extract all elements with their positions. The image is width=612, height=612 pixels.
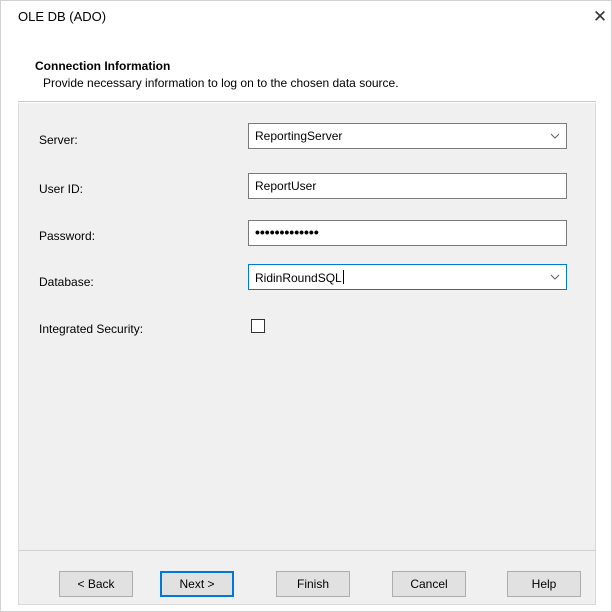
back-button[interactable]: < Back <box>59 571 133 597</box>
section-subtitle: Provide necessary information to log on … <box>43 76 399 90</box>
server-label: Server: <box>39 133 78 147</box>
integrated-security-checkbox[interactable] <box>251 319 265 333</box>
connection-form: Server: ReportingServer User ID: ReportU… <box>18 103 596 550</box>
password-field[interactable]: ••••••••••••• <box>248 220 567 246</box>
text-caret <box>342 270 344 284</box>
title-bar: OLE DB (ADO) ✕ <box>1 1 611 35</box>
ole-db-dialog: OLE DB (ADO) ✕ Connection Information Pr… <box>0 0 612 612</box>
password-value: ••••••••••••• <box>255 224 319 240</box>
header-band: Connection Information Provide necessary… <box>18 50 596 102</box>
server-value: ReportingServer <box>255 129 343 143</box>
user-id-value: ReportUser <box>255 179 317 193</box>
chevron-down-icon[interactable] <box>546 268 564 286</box>
section-title: Connection Information <box>35 59 171 73</box>
user-id-field[interactable]: ReportUser <box>248 173 567 199</box>
server-combobox[interactable]: ReportingServer <box>248 123 567 149</box>
password-label: Password: <box>39 229 96 243</box>
window-title: OLE DB (ADO) <box>18 9 107 24</box>
database-value: RidinRoundSQL <box>255 271 342 285</box>
finish-button[interactable]: Finish <box>276 571 350 597</box>
chevron-down-icon[interactable] <box>546 127 564 145</box>
user-id-label: User ID: <box>39 182 84 196</box>
database-label: Database: <box>39 275 94 289</box>
close-icon[interactable]: ✕ <box>589 5 611 29</box>
button-bar: < Back Next > Finish Cancel Help <box>18 550 596 605</box>
integrated-security-label: Integrated Security: <box>39 322 144 336</box>
next-button[interactable]: Next > <box>160 571 234 597</box>
database-value-wrap: RidinRoundSQL <box>255 270 344 285</box>
help-button[interactable]: Help <box>507 571 581 597</box>
database-combobox[interactable]: RidinRoundSQL <box>248 264 567 290</box>
cancel-button[interactable]: Cancel <box>392 571 466 597</box>
